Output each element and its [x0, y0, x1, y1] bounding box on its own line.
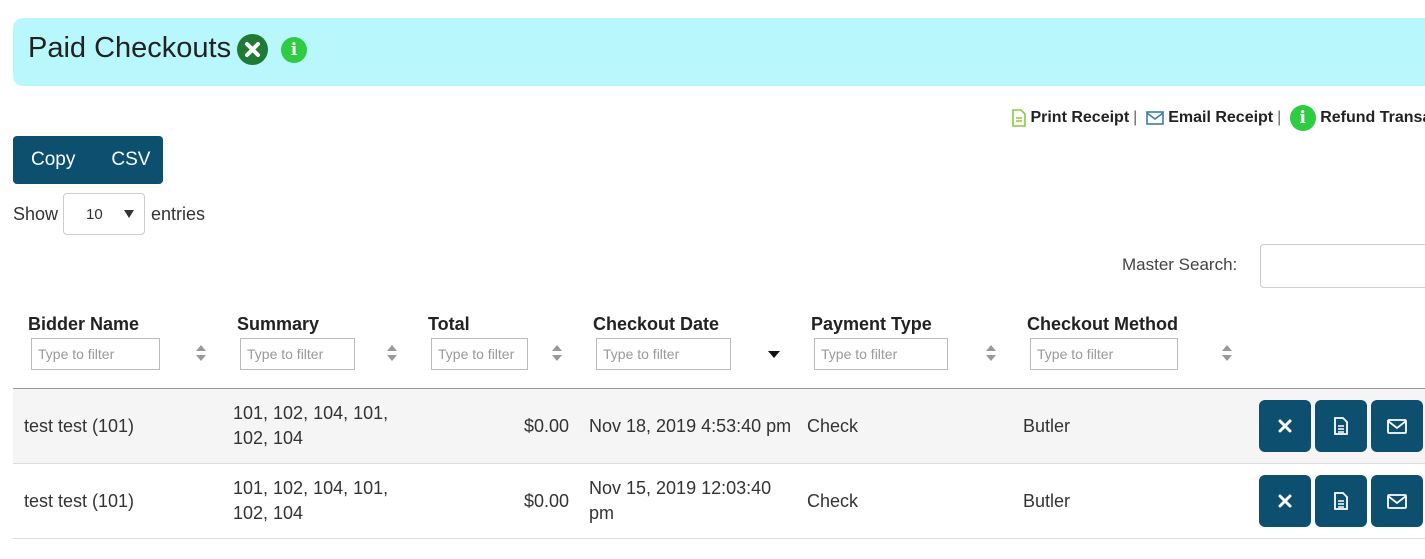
export-button-group: Copy CSV	[13, 136, 163, 184]
cell-payment-type: Check	[807, 416, 859, 436]
csv-button[interactable]: CSV	[93, 136, 168, 184]
sort-icon[interactable]	[386, 344, 398, 362]
column-header-checkout-method[interactable]: Checkout Method	[1027, 314, 1178, 335]
filter-payment-type[interactable]: Type to filter	[814, 338, 948, 370]
close-circle-icon[interactable]	[237, 34, 268, 65]
email-receipt-button[interactable]	[1371, 400, 1423, 452]
entries-value: 10	[86, 205, 103, 223]
column-header-summary[interactable]: Summary	[237, 314, 319, 335]
print-receipt-button[interactable]	[1315, 400, 1367, 452]
filter-bidder-name[interactable]: Type to filter	[31, 338, 160, 370]
sort-icon[interactable]	[985, 344, 997, 362]
entries-select[interactable]: 10	[63, 193, 146, 235]
cell-bidder-name: test test (101)	[24, 416, 135, 436]
cell-total: $0.00	[524, 416, 570, 436]
document-icon	[1334, 417, 1348, 435]
filter-checkout-date[interactable]: Type to filter	[596, 338, 731, 370]
cell-checkout-method: Butler	[1023, 416, 1071, 436]
cell-checkout-date: Nov 15, 2019 12:03:40 pm	[589, 478, 772, 523]
sort-icon[interactable]	[551, 344, 563, 362]
document-icon	[1334, 492, 1348, 510]
copy-button[interactable]: Copy	[13, 136, 93, 184]
print-receipt-button[interactable]	[1315, 475, 1367, 527]
envelope-icon	[1387, 493, 1407, 509]
refund-button[interactable]	[1259, 475, 1311, 527]
column-header-bidder-name[interactable]: Bidder Name	[28, 314, 139, 335]
envelope-icon	[1145, 111, 1164, 125]
cell-total: $0.00	[524, 491, 570, 511]
show-label: Show	[13, 203, 59, 224]
cell-checkout-method: Butler	[1023, 491, 1071, 511]
page-header-banner: Paid Checkouts	[13, 18, 1425, 86]
email-receipt-button[interactable]	[1371, 475, 1423, 527]
row-divider	[13, 538, 1425, 539]
master-search-label: Master Search:	[1122, 255, 1238, 274]
info-icon: i	[1289, 105, 1316, 131]
legend-email-receipt: Email Receipt	[1168, 109, 1274, 126]
cell-summary: 101, 102, 104, 101, 102, 104	[233, 478, 389, 523]
legend-refund: Refund Transa	[1320, 109, 1425, 126]
master-search-input[interactable]	[1260, 244, 1425, 288]
caret-down-icon[interactable]	[768, 344, 780, 362]
filter-total[interactable]: Type to filter	[431, 338, 528, 370]
action-legend: Print Receipt | Email Receipt | i Refund T…	[1012, 105, 1425, 131]
column-header-total[interactable]: Total	[428, 314, 470, 335]
page-title: Paid Checkouts	[28, 32, 232, 64]
sort-icon[interactable]	[1221, 344, 1233, 362]
caret-down-icon	[124, 210, 135, 218]
envelope-icon	[1387, 418, 1407, 434]
close-icon	[1278, 494, 1292, 508]
info-icon[interactable]: i	[281, 37, 307, 63]
entries-label: entries	[151, 203, 206, 224]
close-icon	[1278, 419, 1292, 433]
refund-button[interactable]	[1259, 400, 1311, 452]
filter-checkout-method[interactable]: Type to filter	[1030, 338, 1178, 370]
legend-print-receipt: Print Receipt	[1030, 109, 1130, 126]
document-icon	[1012, 109, 1026, 127]
filter-summary[interactable]: Type to filter	[240, 338, 355, 370]
cell-summary: 101, 102, 104, 101, 102, 104	[233, 403, 389, 448]
cell-payment-type: Check	[807, 491, 859, 511]
column-header-payment-type[interactable]: Payment Type	[811, 314, 932, 335]
sort-icon[interactable]	[195, 344, 207, 362]
column-header-checkout-date[interactable]: Checkout Date	[593, 314, 719, 335]
cell-checkout-date: Nov 18, 2019 4:53:40 pm	[589, 416, 792, 436]
entries-length-control: Show 10 entries	[13, 192, 205, 236]
cell-bidder-name: test test (101)	[24, 491, 135, 511]
